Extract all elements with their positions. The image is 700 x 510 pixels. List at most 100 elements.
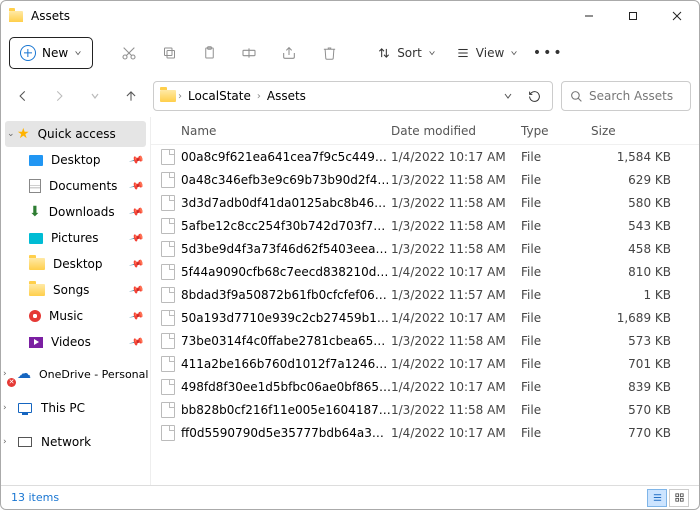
chevron-right-icon: › — [257, 91, 261, 102]
cut-button[interactable] — [111, 37, 147, 69]
sidebar-item[interactable]: Documents📌 — [1, 173, 150, 199]
table-row[interactable]: 5f44a9090cfb68c7eecd838210d095a040ec08a5… — [151, 260, 699, 283]
folder-icon — [9, 11, 23, 22]
breadcrumb-segment[interactable]: Assets — [263, 87, 310, 105]
table-row[interactable]: 50a193d7710e939c2cb27459b16c4ba24e2e1bd.… — [151, 306, 699, 329]
history-dropdown[interactable] — [496, 91, 520, 101]
sidebar-item[interactable]: Pictures📌 — [1, 225, 150, 251]
rename-button[interactable] — [231, 37, 267, 69]
column-header-name[interactable]: Name — [151, 124, 391, 138]
status-bar: 13 items — [1, 485, 699, 509]
search-icon — [570, 90, 583, 103]
details-view-button[interactable] — [647, 489, 667, 507]
pc-icon — [17, 401, 33, 415]
sort-button[interactable]: Sort — [369, 37, 444, 69]
pin-icon: 📌 — [128, 282, 144, 298]
table-row[interactable]: 5d3be9d4f3a73f46d62f5403eea0f0713e3a71c3… — [151, 237, 699, 260]
file-type: File — [521, 265, 591, 279]
videos-icon — [29, 337, 43, 348]
forward-button[interactable] — [45, 82, 73, 110]
file-icon — [161, 310, 175, 326]
network-icon — [17, 435, 33, 449]
desktop-icon — [29, 155, 43, 166]
file-icon — [161, 425, 175, 441]
recent-button[interactable] — [81, 82, 109, 110]
sidebar-item[interactable]: ⬇Downloads📌 — [1, 199, 150, 225]
delete-button[interactable] — [311, 37, 347, 69]
file-icon — [161, 241, 175, 257]
file-size: 1 KB — [591, 288, 699, 302]
navigation-pane: ⌄ ★ Quick access Desktop📌Documents📌⬇Down… — [1, 117, 151, 485]
close-button[interactable] — [655, 1, 699, 31]
file-name: 8bdad3f9a50872b61fb0cfcfef067793ab90e36c… — [181, 288, 391, 302]
chevron-down-icon — [74, 49, 82, 57]
table-row[interactable]: 0a48c346efb3e9c69b73b90d2f4d08e3220afa0a… — [151, 168, 699, 191]
more-button[interactable]: ••• — [530, 37, 566, 69]
table-row[interactable]: 8bdad3f9a50872b61fb0cfcfef067793ab90e36c… — [151, 283, 699, 306]
file-type: File — [521, 150, 591, 164]
file-date: 1/3/2022 11:58 AM — [391, 219, 521, 233]
view-icon — [456, 46, 470, 60]
column-header-date[interactable]: Date modified — [391, 124, 521, 138]
sidebar-item-label: Downloads — [49, 205, 115, 219]
sidebar-item-label: Desktop — [53, 257, 103, 271]
chevron-right-icon: › — [178, 91, 182, 102]
file-date: 1/3/2022 11:57 AM — [391, 288, 521, 302]
pin-icon: 📌 — [128, 204, 144, 220]
sidebar-item[interactable]: Videos📌 — [1, 329, 150, 355]
file-name: 50a193d7710e939c2cb27459b16c4ba24e2e1bd.… — [181, 311, 391, 325]
file-type: File — [521, 288, 591, 302]
sidebar-network[interactable]: › Network — [1, 429, 150, 455]
copy-button[interactable] — [151, 37, 187, 69]
table-row[interactable]: 73be0314f4c0ffabe2781cbea65da93c30cb6ebb… — [151, 329, 699, 352]
sidebar-item-label: Videos — [51, 335, 91, 349]
table-row[interactable]: ff0d5590790d5e35777bdb64a33a1660aac5723.… — [151, 421, 699, 444]
column-header-size[interactable]: Size — [591, 124, 699, 138]
file-date: 1/4/2022 10:17 AM — [391, 265, 521, 279]
music-icon — [29, 310, 41, 322]
file-name: 3d3d7adb0df41da0125abc8b46c728339190c14.… — [181, 196, 391, 210]
file-date: 1/4/2022 10:17 AM — [391, 311, 521, 325]
table-row[interactable]: 411a2be166b760d1012f7a12465bc4f01ab42d3.… — [151, 352, 699, 375]
breadcrumb-segment[interactable]: LocalState — [184, 87, 255, 105]
sidebar-item-label: Pictures — [51, 231, 99, 245]
minimize-button[interactable] — [567, 1, 611, 31]
sidebar-this-pc[interactable]: › This PC — [1, 395, 150, 421]
up-button[interactable] — [117, 82, 145, 110]
address-bar[interactable]: › LocalState › Assets — [153, 81, 553, 111]
file-name: 411a2be166b760d1012f7a12465bc4f01ab42d3.… — [181, 357, 391, 371]
file-name: ff0d5590790d5e35777bdb64a33a1660aac5723.… — [181, 426, 391, 440]
sidebar-item[interactable]: Music📌 — [1, 303, 150, 329]
table-row[interactable]: bb828b0cf216f11e005e160418753d7412d0b6c.… — [151, 398, 699, 421]
refresh-button[interactable] — [522, 90, 546, 103]
table-row[interactable]: 5afbe12c8cc254f30b742d703f7a23521d51d2bc… — [151, 214, 699, 237]
share-button[interactable] — [271, 37, 307, 69]
sidebar-item[interactable]: Desktop📌 — [1, 147, 150, 173]
file-name: 73be0314f4c0ffabe2781cbea65da93c30cb6ebb… — [181, 334, 391, 348]
search-box[interactable]: Search Assets — [561, 81, 691, 111]
file-name: 5afbe12c8cc254f30b742d703f7a23521d51d2bc… — [181, 219, 391, 233]
view-button[interactable]: View — [448, 37, 526, 69]
column-header-type[interactable]: Type — [521, 124, 591, 138]
file-type: File — [521, 219, 591, 233]
chevron-down-icon — [428, 49, 436, 57]
thumbnails-view-button[interactable] — [669, 489, 689, 507]
pin-icon: 📌 — [128, 178, 144, 194]
folder-icon — [29, 257, 45, 271]
sidebar-onedrive[interactable]: › ☁ ✕ OneDrive - Personal — [1, 361, 150, 387]
table-row[interactable]: 498fd8f30ee1d5bfbc06ae0bf86550e93f7a8d60… — [151, 375, 699, 398]
paste-button[interactable] — [191, 37, 227, 69]
sidebar-item[interactable]: Songs📌 — [1, 277, 150, 303]
sidebar-quick-access[interactable]: ⌄ ★ Quick access — [5, 121, 146, 147]
table-row[interactable]: 3d3d7adb0df41da0125abc8b46c728339190c14.… — [151, 191, 699, 214]
error-badge-icon: ✕ — [7, 378, 16, 387]
file-size: 770 KB — [591, 426, 699, 440]
table-row[interactable]: 00a8c9f621ea641cea7f9c5c449c8b6ca9332f88… — [151, 145, 699, 168]
back-button[interactable] — [9, 82, 37, 110]
file-icon — [161, 218, 175, 234]
maximize-button[interactable] — [611, 1, 655, 31]
sidebar-item[interactable]: Desktop📌 — [1, 251, 150, 277]
chevron-right-icon: › — [3, 369, 7, 379]
search-placeholder: Search Assets — [589, 89, 673, 103]
new-button[interactable]: New — [9, 37, 93, 69]
